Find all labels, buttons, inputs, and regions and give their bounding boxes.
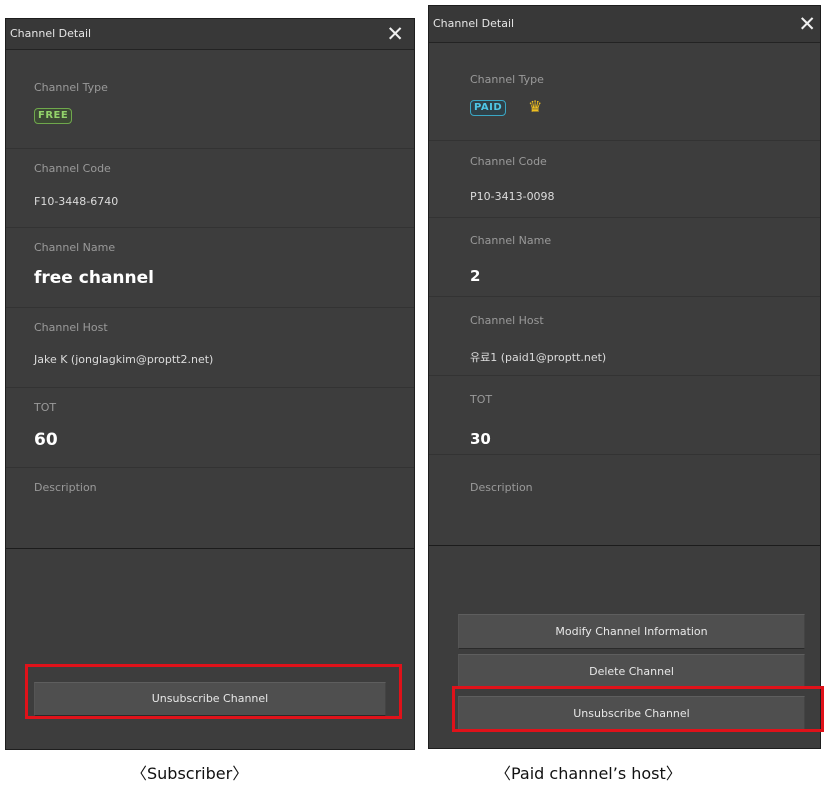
tot-label: TOT — [470, 393, 493, 406]
channel-name-field: Channel Name free channel — [6, 228, 414, 308]
channel-name-value: 2 — [470, 267, 481, 285]
description-label: Description — [470, 481, 533, 494]
caption-subscriber: 〈Subscriber〉 — [131, 764, 249, 783]
channel-name-field: Channel Name 2 — [429, 218, 820, 297]
close-icon[interactable]: ✕ — [798, 12, 816, 36]
channel-code-value: F10-3448-6740 — [34, 195, 119, 208]
channel-type-field: Channel Type PAID ♛ — [429, 43, 820, 141]
channel-detail-panel-host: Channel Detail ✕ Channel Type PAID ♛ Cha… — [428, 5, 821, 749]
panel-title: Channel Detail — [10, 27, 92, 40]
channel-host-label: Channel Host — [34, 321, 108, 334]
tot-value: 60 — [34, 430, 58, 450]
channel-code-field: Channel Code F10-3448-6740 — [6, 149, 414, 228]
title-bar: Channel Detail ✕ — [429, 6, 820, 43]
channel-host-value: 유료1 (paid1@proptt.net) — [470, 351, 607, 364]
title-bar: Channel Detail ✕ — [6, 19, 414, 50]
tot-field: TOT 30 — [429, 376, 820, 455]
divider — [6, 548, 414, 549]
crown-icon: ♛ — [528, 97, 543, 116]
divider — [429, 545, 820, 546]
channel-code-field: Channel Code P10-3413-0098 — [429, 141, 820, 218]
modify-channel-information-button[interactable]: Modify Channel Information — [458, 614, 805, 649]
tot-value: 30 — [470, 430, 491, 448]
channel-detail-panel-subscriber: Channel Detail ✕ Channel Type FREE Chann… — [5, 18, 415, 750]
channel-name-label: Channel Name — [470, 234, 552, 247]
tot-field: TOT 60 — [6, 388, 414, 468]
channel-name-label: Channel Name — [34, 241, 116, 254]
panel-title: Channel Detail — [433, 17, 515, 30]
delete-channel-button[interactable]: Delete Channel — [458, 654, 805, 689]
channel-code-label: Channel Code — [34, 162, 111, 175]
caption-paid-host: 〈Paid channel’s host〉 — [495, 764, 682, 783]
description-field: Description — [429, 455, 820, 545]
channel-type-label: Channel Type — [34, 81, 108, 94]
channel-code-value: P10-3413-0098 — [470, 190, 555, 203]
channel-code-label: Channel Code — [470, 155, 547, 168]
description-label: Description — [34, 481, 97, 494]
channel-name-value: free channel — [34, 268, 154, 288]
channel-host-value: Jake K (jonglagkim@proptt2.net) — [34, 353, 214, 366]
free-badge: FREE — [34, 108, 73, 124]
paid-badge: PAID — [470, 100, 507, 116]
close-icon[interactable]: ✕ — [386, 22, 404, 46]
description-field: Description — [6, 468, 414, 548]
channel-host-label: Channel Host — [470, 314, 544, 327]
highlight-box — [452, 686, 824, 732]
channel-type-field: Channel Type FREE — [6, 50, 414, 149]
highlight-box — [25, 664, 402, 719]
channel-host-field: Channel Host Jake K (jonglagkim@proptt2.… — [6, 308, 414, 388]
tot-label: TOT — [34, 401, 57, 414]
channel-host-field: Channel Host 유료1 (paid1@proptt.net) — [429, 297, 820, 376]
channel-type-label: Channel Type — [470, 73, 544, 86]
